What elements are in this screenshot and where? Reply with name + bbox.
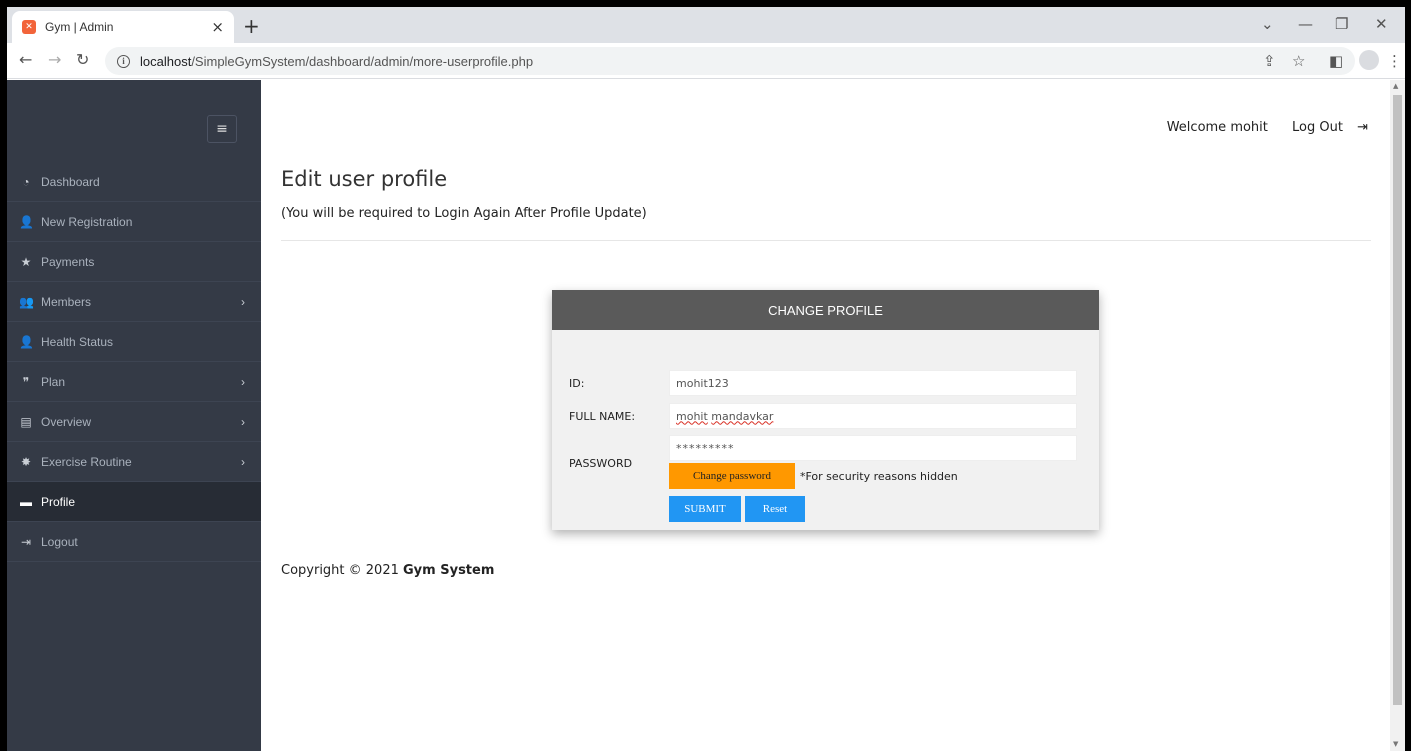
scroll-up-icon[interactable]: ▲ (1393, 82, 1398, 90)
sidebar-item-label: Exercise Routine (41, 454, 132, 469)
sidebar-item-health-status[interactable]: 👤 Health Status (7, 322, 261, 362)
id-field[interactable]: mohit123 (669, 370, 1077, 396)
restore-icon[interactable]: ❐ (1335, 15, 1348, 33)
sidebar-item-plan[interactable]: ❞ Plan › (7, 362, 261, 402)
sidebar-item-label: Health Status (41, 334, 114, 349)
menu-kebab-icon[interactable]: ⋮ (1387, 52, 1402, 70)
browser-tab[interactable]: ✕ Gym | Admin × (12, 11, 234, 43)
fullname-field[interactable]: mohit mandavkar (669, 403, 1077, 429)
logout-icon: ⇥ (20, 534, 32, 549)
sidebar-header: ≡ (7, 80, 261, 162)
sidebar: ≡ ◔ Dashboard 👤 New Registration ★ Payments 👥 M… (7, 80, 261, 751)
sidebar-item-dashboard[interactable]: ◔ Dashboard (7, 162, 261, 202)
reset-button[interactable]: Reset (745, 496, 805, 522)
hamburger-icon: ≡ (216, 121, 228, 137)
scroll-down-icon[interactable]: ▼ (1393, 740, 1398, 748)
id-label: ID: (569, 377, 585, 390)
share-icon[interactable]: ⇪ (1263, 52, 1276, 70)
copyright-text: Copyright © 2021 (281, 563, 399, 578)
security-note: *For security reasons hidden (800, 470, 958, 483)
sidebar-item-members[interactable]: 👥 Members › (7, 282, 261, 322)
address-toolbar: ← → ↻ i localhost/SimpleGymSystem/dashbo… (7, 43, 1405, 79)
sidebar-item-label: Logout (41, 534, 78, 549)
tab-strip: ✕ Gym | Admin × + ⌄ — ❐ ✕ (7, 7, 1405, 43)
minimize-icon[interactable]: — (1298, 15, 1313, 33)
new-tab-button[interactable]: + (243, 14, 260, 38)
tab-title: Gym | Admin (45, 20, 114, 34)
sidebar-item-payments[interactable]: ★ Payments (7, 242, 261, 282)
user-plus-icon: 👤 (19, 214, 34, 229)
side-panel-icon[interactable]: ◧ (1329, 52, 1343, 70)
sidebar-item-profile[interactable]: ▬ Profile (7, 482, 261, 522)
card-heading: CHANGE PROFILE (552, 290, 1099, 330)
chevron-right-icon: › (241, 454, 245, 469)
forward-icon[interactable]: → (48, 50, 61, 69)
info-icon[interactable]: i (117, 54, 130, 68)
tab-close-icon[interactable]: × (211, 18, 224, 36)
footer-copyright: Copyright © 2021 Gym System (281, 563, 494, 578)
logout-link[interactable]: Log Out ⇥ (1282, 120, 1368, 135)
page-title: Edit user profile (281, 167, 448, 191)
welcome-bar: Welcome mohit Log Out ⇥ (1167, 120, 1368, 135)
address-bar[interactable]: i localhost/SimpleGymSystem/dashboard/ad… (105, 47, 1355, 75)
page-scrollbar[interactable]: ▲ ▼ (1390, 80, 1405, 751)
fullname-label: FULL NAME: (569, 410, 636, 423)
submit-button[interactable]: SUBMIT (669, 496, 741, 522)
chevron-right-icon: › (241, 374, 245, 389)
close-window-icon[interactable]: ✕ (1375, 15, 1388, 33)
password-label: PASSWORD (569, 457, 633, 470)
bookmark-star-icon[interactable]: ☆ (1292, 52, 1305, 70)
scroll-thumb[interactable] (1393, 95, 1402, 705)
dashboard-icon: ◔ (22, 174, 30, 189)
sidebar-item-label: Dashboard (41, 174, 100, 189)
sidebar-item-label: New Registration (41, 214, 133, 229)
reload-icon[interactable]: ↻ (76, 50, 89, 69)
xampp-favicon-icon: ✕ (22, 20, 36, 34)
user-plus-icon: 👤 (19, 334, 34, 349)
users-icon: 👥 (19, 294, 34, 309)
main-content: Welcome mohit Log Out ⇥ Edit user profil… (261, 80, 1390, 751)
sidebar-item-new-registration[interactable]: 👤 New Registration (7, 202, 261, 242)
browser-window: ✕ Gym | Admin × + ⌄ — ❐ ✕ ← → ↻ i localh… (7, 7, 1405, 751)
logout-icon: ⇥ (1357, 120, 1368, 135)
sidebar-toggle-button[interactable]: ≡ (207, 115, 237, 143)
change-profile-card: CHANGE PROFILE ID: mohit123 FULL NAME: m… (552, 290, 1099, 530)
profile-avatar-icon[interactable] (1359, 50, 1379, 70)
gear-icon: ✸ (20, 454, 32, 469)
sidebar-item-label: Overview (41, 414, 92, 429)
fullname-first: mohit (676, 409, 708, 423)
page-subtitle: (You will be required to Login Again Aft… (281, 206, 647, 221)
password-field[interactable]: ********* (669, 435, 1077, 461)
fullname-last: mandavkar (711, 409, 774, 423)
sidebar-item-overview[interactable]: ▤ Overview › (7, 402, 261, 442)
divider (281, 240, 1371, 241)
chevron-right-icon: › (241, 294, 245, 309)
tab-search-icon[interactable]: ⌄ (1261, 15, 1274, 33)
sidebar-item-label: Members (41, 294, 92, 309)
chevron-right-icon: › (241, 414, 245, 429)
quote-icon: ❞ (22, 374, 30, 389)
star-icon: ★ (20, 254, 32, 269)
sidebar-item-label: Profile (41, 494, 76, 509)
change-password-button[interactable]: Change password (669, 463, 795, 489)
footer-brand: Gym System (403, 563, 495, 578)
folder-icon: ▬ (20, 494, 32, 509)
sidebar-item-label: Payments (41, 254, 95, 269)
archive-icon: ▤ (20, 414, 32, 429)
sidebar-item-label: Plan (41, 374, 66, 389)
sidebar-item-logout[interactable]: ⇥ Logout (7, 522, 261, 562)
url-text: localhost/SimpleGymSystem/dashboard/admi… (140, 53, 534, 69)
sidebar-item-exercise-routine[interactable]: ✸ Exercise Routine › (7, 442, 261, 482)
back-icon[interactable]: ← (19, 50, 32, 69)
welcome-text: Welcome mohit (1166, 120, 1268, 135)
sidebar-menu: ◔ Dashboard 👤 New Registration ★ Payments 👥 Mem… (7, 162, 261, 562)
